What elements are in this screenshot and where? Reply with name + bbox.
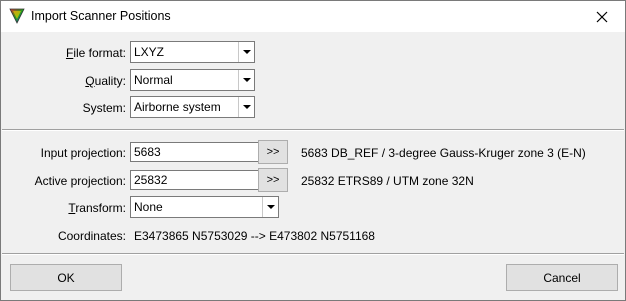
active-projection-label: Active projection:	[34, 174, 126, 188]
close-icon	[596, 11, 608, 22]
file-format-select[interactable]: LXYZ	[130, 41, 255, 63]
input-projection-label: Input projection:	[40, 146, 126, 160]
footer-divider-highlight	[2, 254, 624, 255]
input-projection-value: 5683	[134, 145, 161, 159]
cancel-button[interactable]: Cancel	[506, 264, 618, 291]
input-projection-field[interactable]: 5683	[130, 142, 259, 162]
coordinates-value: E3473865 N5753029 --> E473802 N5751168	[134, 229, 375, 243]
transform-label: Transform:	[68, 201, 126, 215]
input-projection-description: 5683 DB_REF / 3-degree Gauss-Kruger zone…	[301, 146, 586, 160]
system-label: System:	[82, 101, 126, 115]
quality-label: Quality:	[85, 74, 126, 88]
active-projection-description: 25832 ETRS89 / UTM zone 32N	[301, 174, 474, 188]
active-projection-value: 25832	[134, 173, 168, 187]
chevron-down-icon[interactable]	[238, 97, 254, 117]
section-divider-highlight	[2, 130, 624, 131]
transform-label-rest: ransform:	[75, 201, 126, 215]
system-select[interactable]: Airborne system	[130, 96, 255, 118]
transform-value: None	[134, 200, 163, 214]
active-projection-field[interactable]: 25832	[130, 170, 259, 190]
file-format-label-rest: ile format:	[73, 46, 126, 60]
file-format-label: File format:	[66, 46, 126, 60]
chevron-down-icon[interactable]	[238, 70, 254, 90]
app-triangle-icon	[9, 8, 25, 24]
quality-label-rest: uality:	[94, 74, 126, 88]
ok-button[interactable]: OK	[10, 264, 122, 291]
import-scanner-positions-dialog: Import Scanner Positions File format: LX…	[0, 0, 626, 301]
quality-value: Normal	[134, 73, 173, 87]
system-value: Airborne system	[134, 100, 221, 114]
file-format-value: LXYZ	[134, 45, 165, 59]
quality-mnemonic: Q	[85, 74, 95, 88]
coordinates-label: Coordinates:	[57, 229, 126, 243]
active-projection-browse-button[interactable]: >>	[258, 168, 288, 192]
title-bar: Import Scanner Positions	[1, 1, 625, 32]
close-button[interactable]	[579, 1, 625, 32]
quality-select[interactable]: Normal	[130, 69, 255, 91]
chevron-down-icon[interactable]	[238, 42, 254, 62]
transform-select[interactable]: None	[130, 196, 279, 218]
chevron-down-icon[interactable]	[262, 197, 278, 217]
window-title: Import Scanner Positions	[31, 9, 171, 23]
input-projection-browse-button[interactable]: >>	[258, 140, 288, 164]
